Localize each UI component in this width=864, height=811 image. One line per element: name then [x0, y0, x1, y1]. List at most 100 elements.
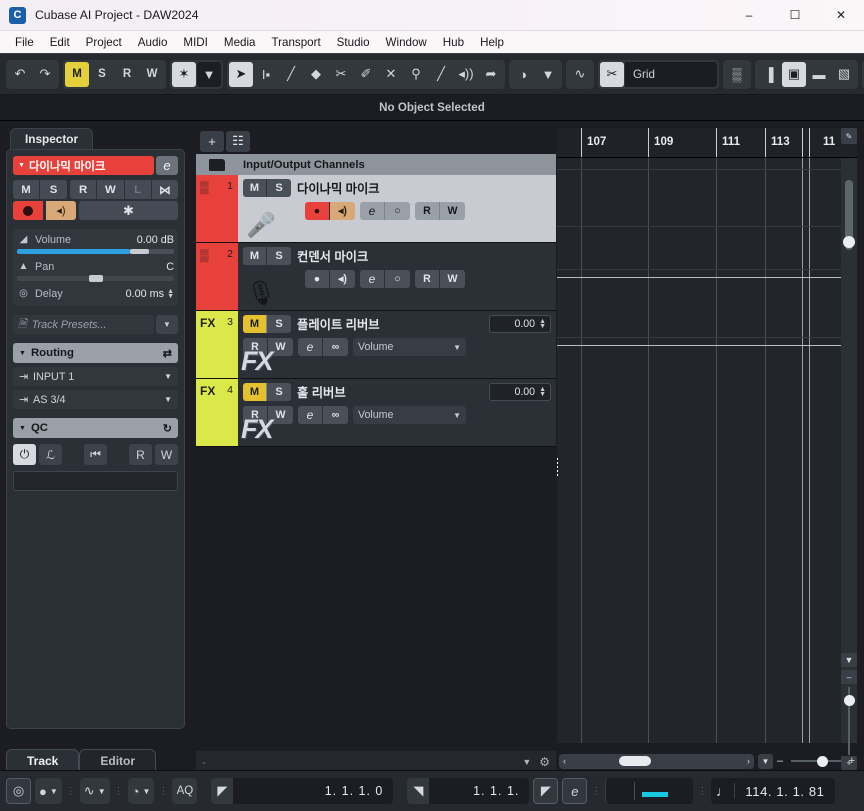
track-read-button[interactable]: R	[415, 202, 440, 220]
menu-midi[interactable]: MIDI	[175, 34, 215, 51]
menu-window[interactable]: Window	[378, 34, 435, 51]
auto-quantize-button[interactable]: AQ	[172, 778, 198, 804]
track-color-strip[interactable]: FX 3	[196, 311, 238, 378]
track-solo-button[interactable]: S	[267, 247, 291, 265]
track-read-button[interactable]: R	[415, 270, 440, 288]
track-write-button[interactable]: W	[440, 270, 465, 288]
pencil-icon[interactable]: ✎	[841, 128, 857, 144]
track-color-strip[interactable]: FX 4	[196, 379, 238, 446]
color-tool-icon[interactable]: ➦	[479, 61, 503, 87]
draw-tool-icon[interactable]: ╱	[279, 61, 303, 87]
snap-icon[interactable]: ✂	[600, 61, 624, 87]
routing-input-select[interactable]: ⇥ INPUT 1 ▼	[13, 367, 178, 386]
chevron-down-icon[interactable]: ▼	[522, 757, 531, 767]
track-color-strip[interactable]: ▒ 1	[196, 175, 238, 242]
color-mode-button[interactable]: ◔ ▼	[127, 778, 155, 804]
track-solo-button[interactable]: S	[267, 383, 291, 401]
track-value-stepper[interactable]: ▲ ▼	[539, 386, 546, 398]
pan-slider[interactable]	[17, 275, 174, 282]
vertical-scroll-dot[interactable]	[843, 236, 855, 248]
mute-tool-icon[interactable]: ✕	[379, 61, 403, 87]
drag-handle[interactable]: ⋮	[591, 786, 601, 796]
erase-tool-icon[interactable]: ◆	[304, 61, 328, 87]
inspector-monitor-button[interactable]: ◂)	[46, 201, 76, 220]
track-name[interactable]: 플레이트 리버브	[297, 315, 380, 333]
automation-write-button[interactable]: W	[140, 61, 164, 87]
inspector-listen-button[interactable]: L	[124, 180, 152, 199]
scroll-right-icon[interactable]: ›	[747, 756, 750, 766]
timeline-ruler[interactable]: 107 109 111 113 11	[557, 128, 857, 158]
right-locator-value[interactable]: 1. 1. 1.	[429, 784, 529, 798]
automation-read-button[interactable]: R	[115, 61, 139, 87]
menu-file[interactable]: File	[7, 34, 42, 51]
show-lower-zone-icon[interactable]: ▬	[807, 61, 831, 87]
menu-help[interactable]: Help	[472, 34, 512, 51]
vertical-zoom-out-button[interactable]: –	[841, 670, 857, 684]
horizontal-scroll-thumb[interactable]	[619, 756, 651, 766]
auto-fade-icon[interactable]: ∿	[568, 61, 592, 87]
track-mute-button[interactable]: M	[243, 383, 267, 401]
horizontal-zoom-handle[interactable]	[817, 755, 828, 767]
menu-hub[interactable]: Hub	[435, 34, 472, 51]
table-row[interactable]: ▒ 2 M S 컨덴서 마이크 ● ◂) e ○ R W 🎙	[196, 243, 556, 311]
automation-mute-button[interactable]: M	[65, 61, 89, 87]
track-mute-button[interactable]: M	[243, 179, 267, 197]
vertical-zoom-handle[interactable]	[844, 695, 855, 706]
inspector-record-enable-button[interactable]	[13, 201, 43, 220]
punch-chevron-down-icon[interactable]: ▼	[536, 61, 560, 87]
menu-transport[interactable]: Transport	[263, 34, 328, 51]
undo-icon[interactable]: ↶	[8, 61, 32, 87]
gear-icon[interactable]: ⚙	[539, 755, 550, 769]
track-name[interactable]: 홀 리버브	[297, 383, 346, 401]
tab-inspector[interactable]: Inspector	[10, 128, 94, 150]
volume-slider[interactable]	[17, 249, 174, 254]
object-selection-tool-icon[interactable]: ➤	[229, 61, 253, 87]
track-solo-button[interactable]: S	[267, 315, 291, 333]
range-selection-tool-icon[interactable]: I▪	[254, 61, 278, 87]
horizontal-zoom-in-button[interactable]: +	[849, 755, 855, 767]
track-edit-button[interactable]: e	[360, 202, 385, 220]
time-display-value[interactable]: 114. 1. 1. 81	[735, 784, 834, 799]
track-edit-button[interactable]: e	[298, 338, 323, 356]
routing-output-select[interactable]: ⇥ AS 3/4 ▼	[13, 390, 178, 409]
line-tool-icon[interactable]: ╱	[429, 61, 453, 87]
automation-solo-button[interactable]: S	[90, 61, 114, 87]
track-parameter-select[interactable]: Volume ▼	[353, 338, 466, 356]
qc-write-button[interactable]: W	[155, 444, 178, 465]
drag-handle[interactable]: ⋮	[66, 786, 76, 796]
left-locator-value[interactable]: 1. 1. 1. 0	[233, 784, 393, 798]
scroll-left-icon[interactable]: ‹	[563, 756, 566, 766]
track-parameter-select[interactable]: Volume ▼	[353, 406, 466, 424]
constrain-delay-icon[interactable]: ✶	[172, 61, 196, 87]
grid-type-select[interactable]: Grid	[625, 61, 717, 87]
inspector-track-name[interactable]: ▼ 다이나믹 마이크	[13, 156, 154, 175]
time-display[interactable]: ♩ 114. 1. 1. 81	[711, 778, 835, 804]
track-mute-button[interactable]: M	[243, 315, 267, 333]
horizontal-zoom-out-button[interactable]: –	[777, 755, 783, 767]
show-left-zone-icon[interactable]: ▐	[757, 61, 781, 87]
track-name[interactable]: 컨덴서 마이크	[297, 247, 368, 265]
play-tool-icon[interactable]: ◂))	[454, 61, 478, 87]
inspector-mute-button[interactable]: M	[13, 180, 40, 199]
track-edit-button[interactable]: e	[360, 270, 385, 288]
right-locator[interactable]: ◥ 1. 1. 1.	[407, 778, 530, 804]
inspector-star-button[interactable]: ✱	[79, 201, 178, 220]
timeline-grid[interactable]	[557, 158, 857, 743]
close-button[interactable]: ✕	[818, 0, 864, 31]
table-row[interactable]: FX 3 M S 플레이트 리버브 0.00 ▲ ▼ R W e ∞ Volum…	[196, 311, 556, 379]
track-link-icon[interactable]: ∞	[323, 338, 348, 356]
add-track-button[interactable]: +	[200, 130, 224, 152]
track-monitor-button[interactable]: ◂)	[330, 270, 355, 288]
maximize-button[interactable]: ☐	[772, 0, 818, 31]
track-solo-button[interactable]: S	[267, 179, 291, 197]
qc-power-button[interactable]: ⏻	[13, 444, 36, 465]
track-link-icon[interactable]: ∞	[323, 406, 348, 424]
zoom-tool-icon[interactable]: ⚲	[404, 61, 428, 87]
track-value-field[interactable]: 0.00 ▲ ▼	[489, 383, 551, 401]
track-presets-field[interactable]: 🗎 Track Presets...	[13, 315, 154, 334]
punch-icon[interactable]: ◑	[511, 61, 535, 87]
redo-icon[interactable]: ↷	[33, 61, 57, 87]
track-write-button[interactable]: W	[440, 202, 465, 220]
glue-tool-icon[interactable]: ✐	[354, 61, 378, 87]
minimize-button[interactable]: –	[726, 0, 772, 31]
